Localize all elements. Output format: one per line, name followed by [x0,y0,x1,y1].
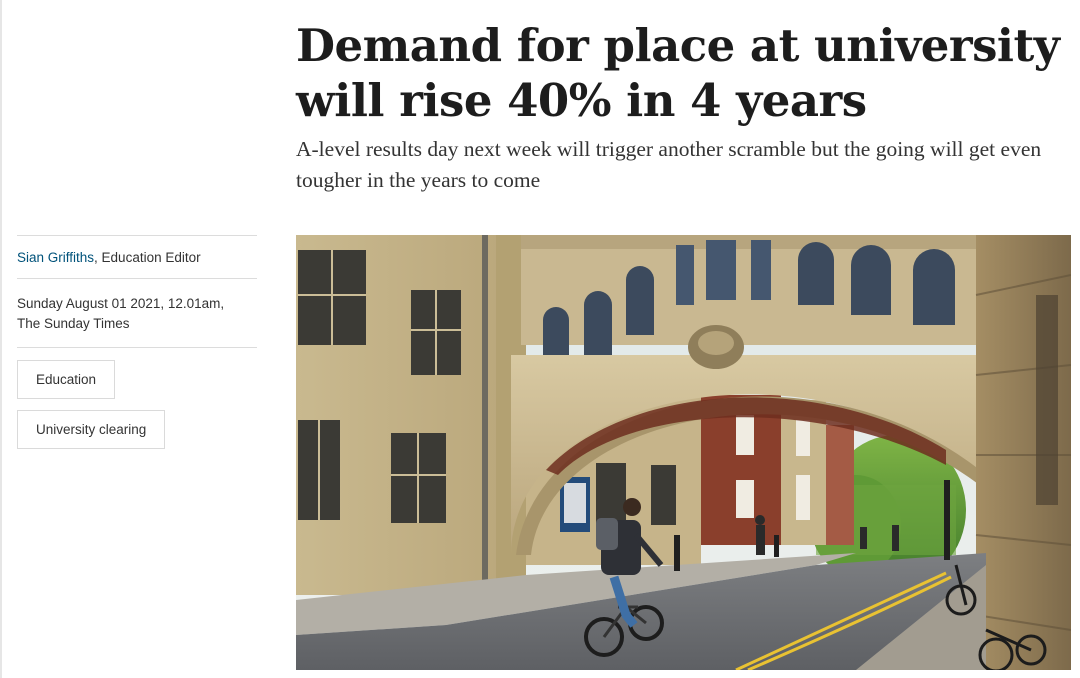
publication-name: The Sunday Times [17,316,130,331]
author-role: , Education Editor [94,250,201,265]
article-headline: Demand for place at university will rise… [296,19,1060,127]
tag-education[interactable]: Education [17,360,116,399]
article-standfirst: A-level results day next week will trigg… [296,137,1042,192]
publish-date: Sunday August 01 2021, 12.01am, [17,296,225,311]
dateline: Sunday August 01 2021, 12.01am, The Sund… [17,279,257,347]
article-photo [296,235,1071,670]
article-meta-sidebar: Sian Griffiths, Education Editor Sunday … [17,235,257,449]
tag-university-clearing[interactable]: University clearing [17,410,166,449]
bridge-of-sighs-photo [296,235,1071,670]
byline: Sian Griffiths, Education Editor [17,236,257,278]
author-link[interactable]: Sian Griffiths [17,250,94,265]
page-edge [0,0,2,678]
